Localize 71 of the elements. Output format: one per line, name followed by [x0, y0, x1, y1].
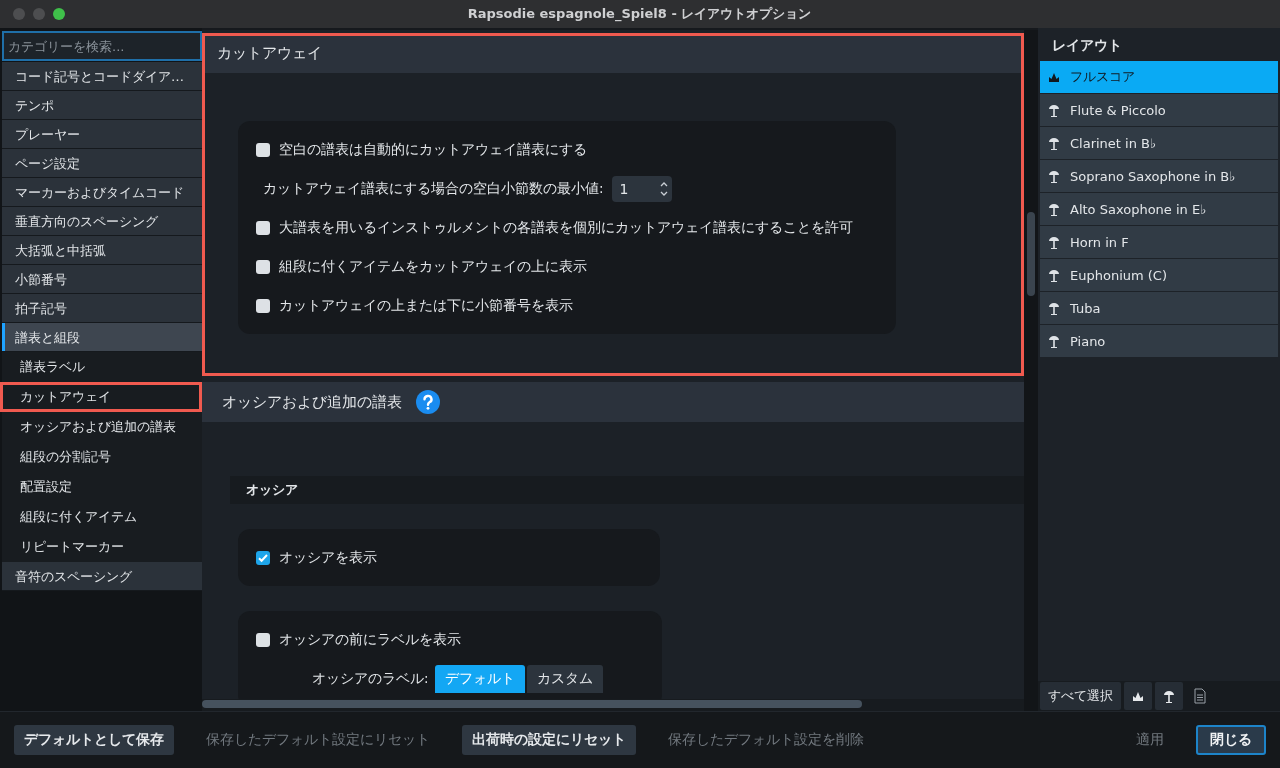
category-search-field[interactable]: カテゴリーを検索... — [2, 31, 202, 61]
sidebar-item[interactable]: テンポ — [2, 91, 202, 120]
sidebar-item[interactable]: ページ設定 — [2, 149, 202, 178]
sidebar-item[interactable]: 拍子記号 — [2, 294, 202, 323]
field-label: オッシアのラベル: — [312, 669, 429, 688]
select-all-button[interactable]: すべて選択 — [1040, 682, 1121, 710]
segment-button[interactable]: カスタム — [526, 664, 603, 693]
checkbox-label: 組段に付くアイテムをカットアウェイの上に表示 — [279, 257, 587, 276]
sidebar-item[interactable]: 組段に付くアイテム — [2, 502, 202, 532]
part-icon — [1048, 301, 1060, 315]
checkbox[interactable] — [256, 550, 270, 565]
checkbox-label: オッシアの前にラベルを表示 — [279, 630, 461, 649]
sidebar-item[interactable]: リピートマーカー — [2, 532, 202, 562]
part-icon — [1048, 235, 1060, 249]
sidebar-item[interactable]: 譜表ラベル — [2, 352, 202, 382]
part-icon — [1048, 169, 1060, 183]
footer-button[interactable]: 閉じる — [1196, 725, 1266, 755]
sidebar-item[interactable]: 譜表と組段 — [2, 323, 202, 352]
sidebar-item[interactable]: 配置設定 — [2, 472, 202, 502]
sidebar-item[interactable]: コード記号とコードダイア… — [2, 62, 202, 91]
footer-button[interactable]: 出荷時の設定にリセット — [462, 725, 636, 755]
checkbox-label: 空白の譜表は自動的にカットアウェイ譜表にする — [279, 140, 587, 159]
sidebar-item[interactable]: オッシアおよび追加の譜表 — [2, 412, 202, 442]
subsection-title: オッシア — [246, 481, 298, 499]
part-icon — [1048, 268, 1060, 282]
layout-item[interactable]: Horn in F — [1040, 226, 1278, 258]
layout-item[interactable]: Flute & Piccolo — [1040, 94, 1278, 126]
checkbox[interactable] — [256, 298, 270, 313]
part-icon — [1048, 136, 1060, 150]
checkbox[interactable] — [256, 142, 270, 157]
sidebar-item[interactable]: 音符のスペーシング — [2, 562, 202, 591]
number-field[interactable]: 1 — [611, 175, 672, 202]
checkbox-label: 大譜表を用いるインストゥルメントの各譜表を個別にカットアウェイ譜表にすることを許可 — [279, 218, 853, 237]
section-title: オッシアおよび追加の譜表 — [222, 392, 402, 412]
field-label: カットアウェイ譜表にする場合の空白小節数の最小値: — [263, 179, 604, 198]
sidebar-item[interactable]: プレーヤー — [2, 120, 202, 149]
layout-item[interactable]: Euphonium (C) — [1040, 259, 1278, 291]
layout-item[interactable]: Clarinet in B♭ — [1040, 127, 1278, 159]
checkbox[interactable] — [256, 259, 270, 274]
part-icon — [1048, 103, 1060, 117]
footer-button[interactable]: デフォルトとして保存 — [14, 725, 174, 755]
checkbox[interactable] — [256, 220, 270, 235]
section-title: カットアウェイ — [217, 43, 322, 63]
layout-item[interactable]: Tuba — [1040, 292, 1278, 324]
sidebar-item[interactable]: カットアウェイ — [0, 382, 202, 412]
full-score-filter-button[interactable] — [1124, 682, 1152, 710]
full-score-icon — [1048, 71, 1060, 83]
checkbox[interactable] — [256, 632, 270, 647]
sidebar-item[interactable]: 大括弧と中括弧 — [2, 236, 202, 265]
help-icon[interactable] — [416, 390, 440, 414]
layout-item[interactable]: フルスコア — [1040, 61, 1278, 93]
layout-item[interactable]: Piano — [1040, 325, 1278, 357]
sidebar-item[interactable]: 小節番号 — [2, 265, 202, 294]
part-icon — [1048, 202, 1060, 216]
panel-title: レイアウト — [1051, 36, 1123, 55]
window-title: Rapsodie espagnole_Spiel8 - レイアウトオプション — [466, 5, 813, 23]
part-icon — [1163, 689, 1175, 703]
sidebar-item[interactable]: マーカーおよびタイムコード — [2, 178, 202, 207]
part-filter-button[interactable] — [1155, 682, 1183, 710]
checkbox-label: カットアウェイの上または下に小節番号を表示 — [279, 296, 573, 315]
sidebar-item[interactable]: 組段の分割記号 — [2, 442, 202, 472]
layout-item[interactable]: Alto Saxophone in E♭ — [1040, 193, 1278, 225]
layout-item[interactable]: Soprano Saxophone in B♭ — [1040, 160, 1278, 192]
checkbox-label: オッシアを表示 — [279, 548, 377, 567]
horizontal-scrollbar[interactable] — [202, 700, 862, 708]
document-icon[interactable] — [1194, 688, 1206, 704]
zoom-window-button[interactable] — [53, 8, 65, 20]
part-icon — [1048, 334, 1060, 348]
full-score-icon — [1132, 690, 1144, 702]
vertical-scrollbar[interactable] — [1027, 212, 1035, 296]
sidebar-item[interactable]: 垂直方向のスペーシング — [2, 207, 202, 236]
